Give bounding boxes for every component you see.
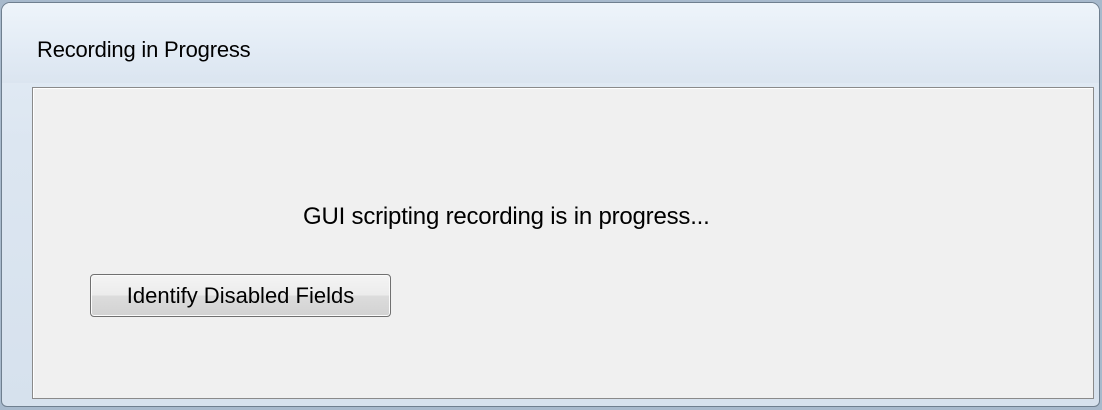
- recording-dialog: Recording in Progress GUI scripting reco…: [1, 2, 1100, 407]
- window-title: Recording in Progress: [37, 37, 251, 62]
- status-message: GUI scripting recording is in progress..…: [303, 203, 710, 230]
- content-panel: GUI scripting recording is in progress..…: [32, 87, 1094, 399]
- identify-disabled-fields-button[interactable]: Identify Disabled Fields: [90, 274, 391, 317]
- title-bar[interactable]: Recording in Progress: [2, 3, 1099, 83]
